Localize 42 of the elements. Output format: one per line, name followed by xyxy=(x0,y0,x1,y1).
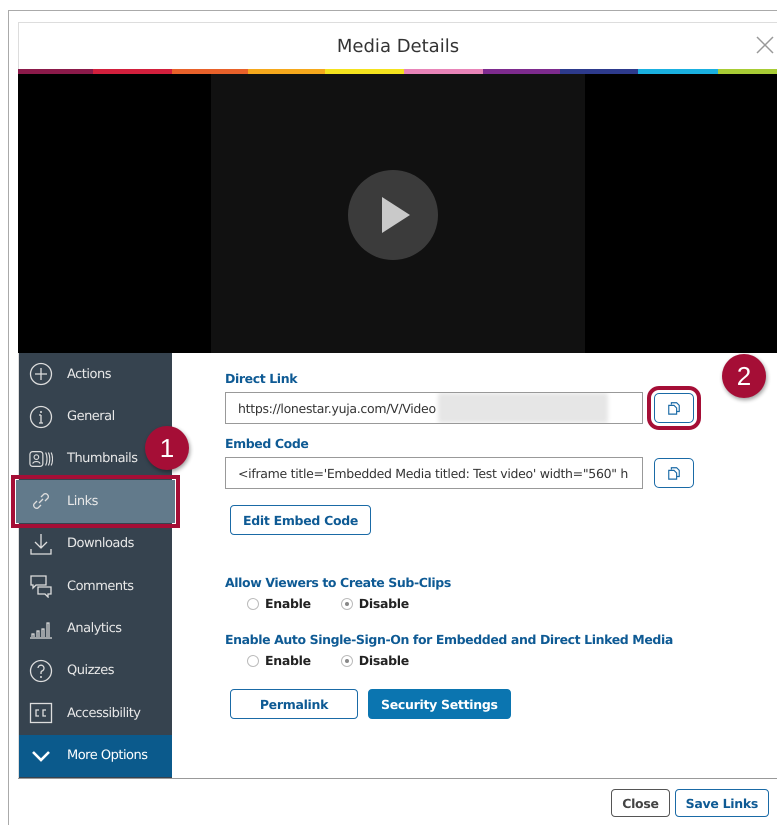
security-settings-button[interactable]: Security Settings xyxy=(368,689,511,719)
sidebar-item[interactable]: Comments xyxy=(19,564,172,608)
edit-embed-code-button[interactable]: Edit Embed Code xyxy=(230,505,372,535)
direct-link-field[interactable]: https://lonestar.yuja.com/V/Video xyxy=(225,392,643,424)
sidebar-item[interactable]: Quizzes xyxy=(19,650,172,692)
person-frames-icon xyxy=(29,448,53,469)
copy-icon xyxy=(667,466,681,480)
field-label: Embed Code xyxy=(225,436,308,451)
sidebar-item[interactable]: Accessibility xyxy=(19,692,172,735)
step-callout-tooltip: 1 xyxy=(145,426,189,470)
radio-option[interactable]: Enable xyxy=(247,596,311,611)
radio-option[interactable]: Enable xyxy=(247,653,311,668)
dialog-title: Media Details xyxy=(336,36,460,56)
radio-option[interactable]: Disable xyxy=(340,653,409,668)
field-label: Direct Link xyxy=(225,371,298,386)
radio-option[interactable]: Disable xyxy=(340,596,409,611)
speech-bubbles-icon xyxy=(29,574,53,598)
embed-code-field[interactable]: <iframe title='Embedded Media titled: Test video' width="560" h xyxy=(225,457,643,489)
save-links-button[interactable]: Save Links xyxy=(674,789,769,817)
close-button[interactable]: Close xyxy=(611,789,670,817)
question-icon xyxy=(29,658,53,683)
permalink-button[interactable]: Permalink xyxy=(230,689,358,719)
captions-icon xyxy=(29,701,53,726)
play-icon[interactable] xyxy=(348,170,438,260)
setting-label: Enable Auto Single-Sign-On for Embedded and Direct Linked Media xyxy=(225,632,673,647)
copy-button[interactable] xyxy=(654,458,694,488)
setting-label: Allow Viewers to Create Sub-Clips xyxy=(225,575,451,590)
download-icon xyxy=(29,532,53,556)
info-icon xyxy=(29,404,53,429)
more-options-item[interactable]: More Options xyxy=(19,734,172,777)
sidebar-item[interactable]: Actions xyxy=(19,353,172,396)
step-callout-tooltip: 2 xyxy=(722,354,766,398)
sidebar-item[interactable]: Links xyxy=(16,480,175,523)
radio-button[interactable] xyxy=(247,598,259,610)
sidebar-item[interactable]: Downloads xyxy=(19,522,172,565)
radio-button[interactable] xyxy=(340,598,353,610)
close-icon[interactable] xyxy=(755,35,775,55)
sidebar-item[interactable]: Analytics xyxy=(19,607,172,650)
radio-button[interactable] xyxy=(247,654,259,666)
plus-circle-icon xyxy=(29,362,53,386)
radio-button[interactable] xyxy=(340,654,353,666)
copy-icon xyxy=(667,401,681,415)
